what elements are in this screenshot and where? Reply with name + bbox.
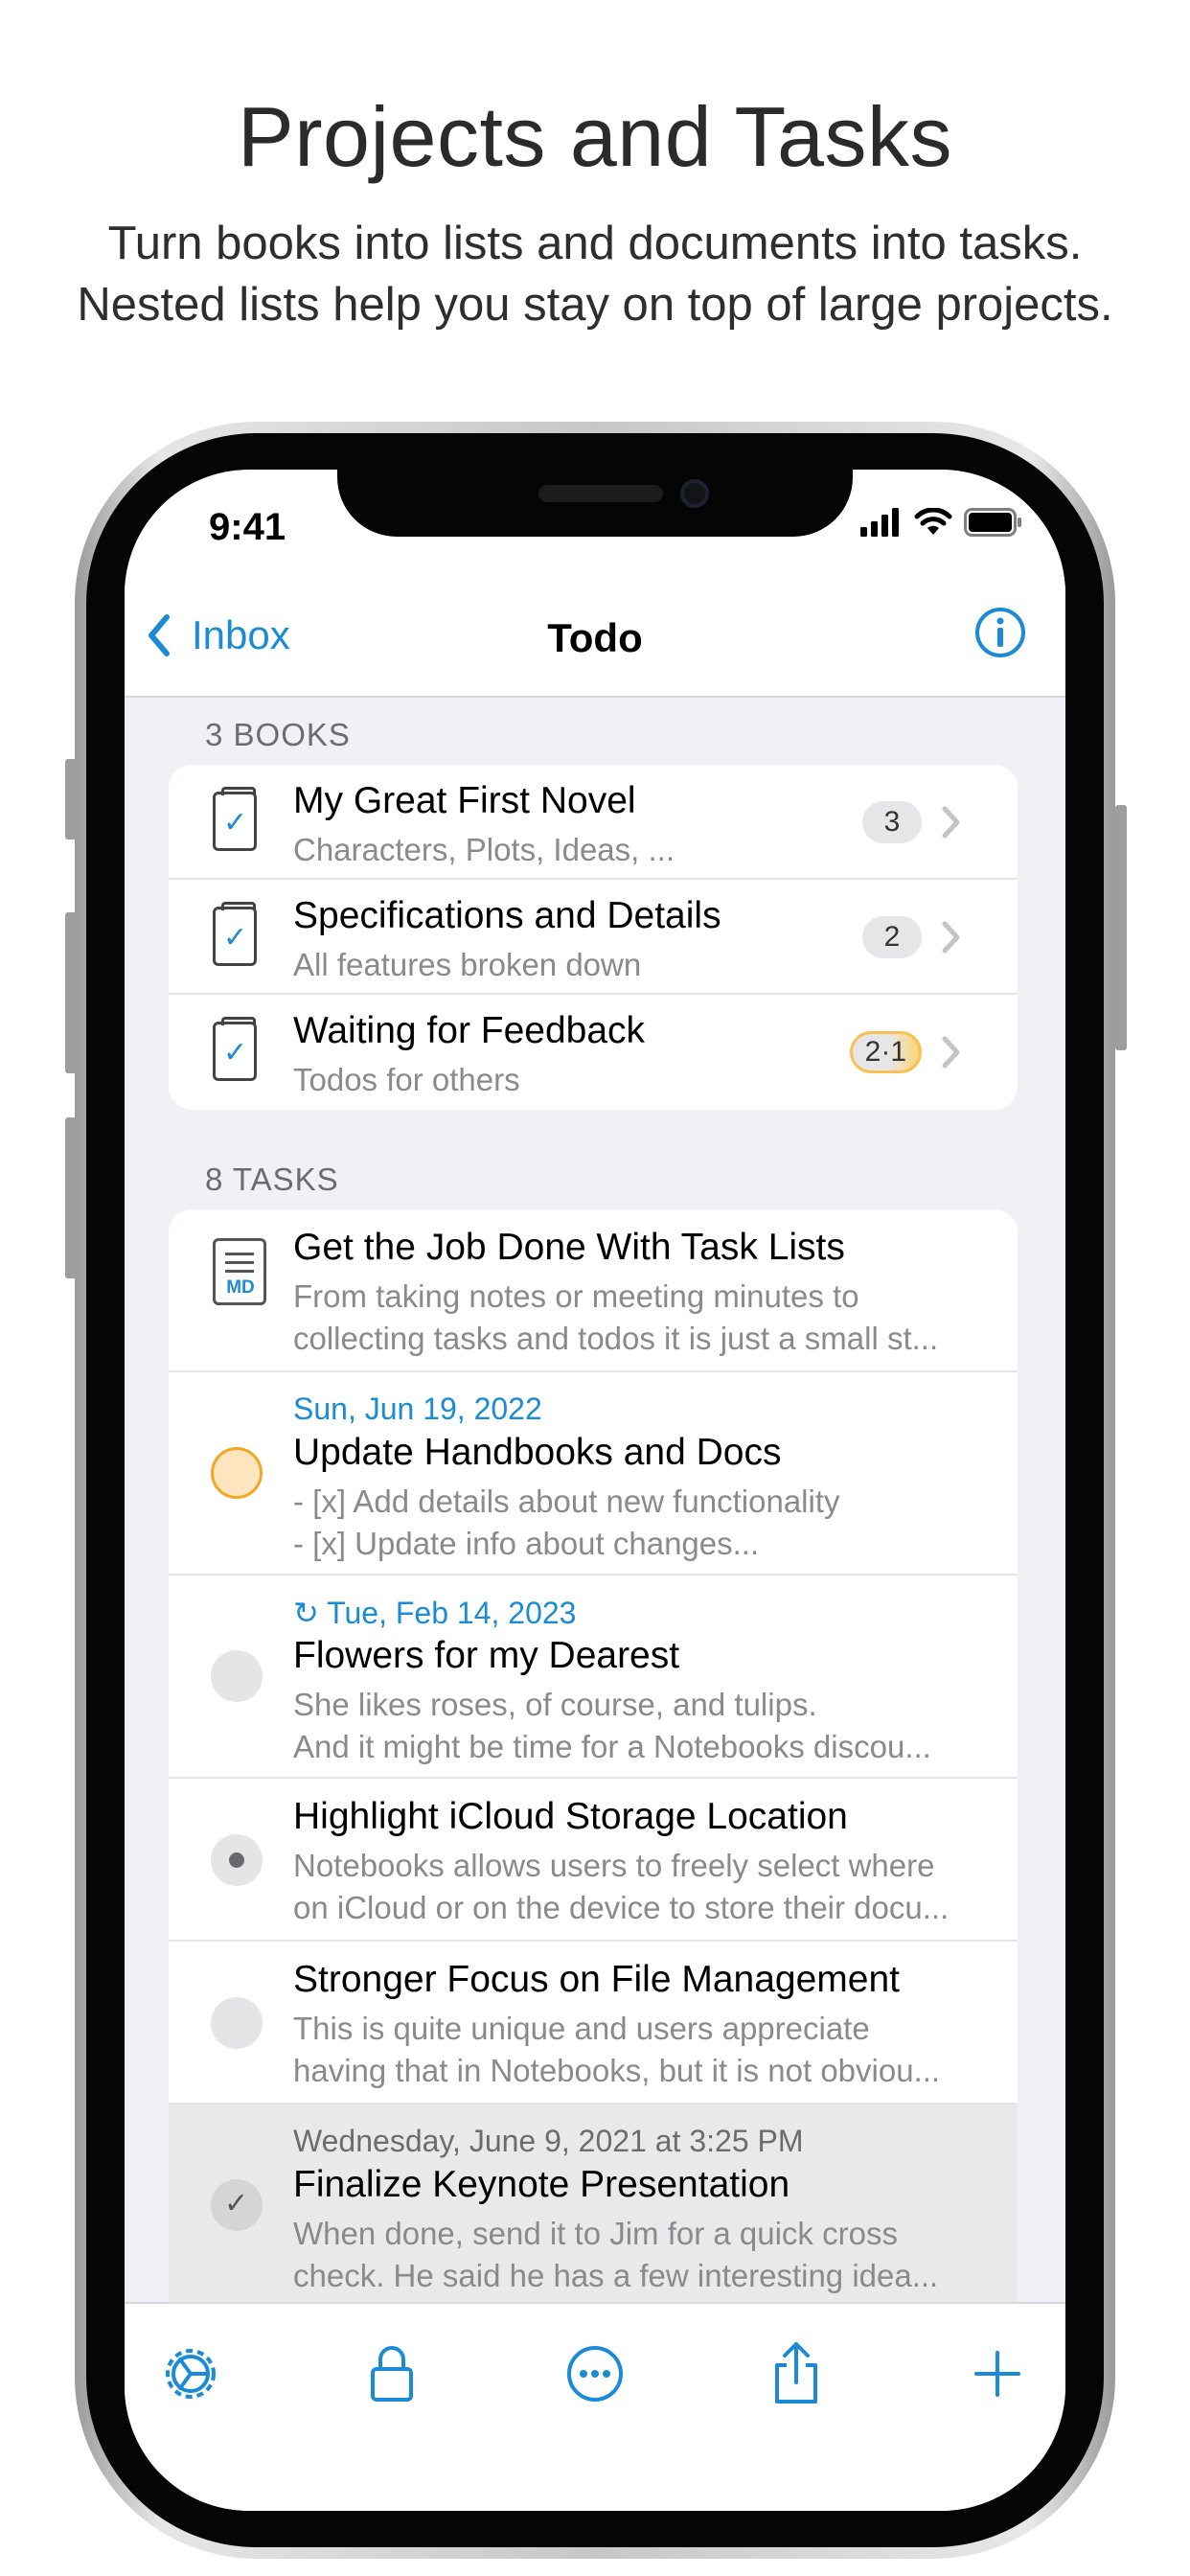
book-icon: ✓: [213, 902, 257, 966]
status-icons: [860, 508, 1023, 537]
book-title: My Great First Novel: [293, 780, 636, 821]
promo-subline-line-1: Turn books into lists and documents into…: [107, 218, 1083, 269]
task-row[interactable]: ↻ Tue, Feb 14, 2023 Flowers for my Deare…: [169, 1576, 1018, 1779]
task-title: Update Handbooks and Docs: [293, 1432, 782, 1473]
task-checkbox[interactable]: [211, 1997, 263, 2049]
task-checkbox[interactable]: ✓: [211, 2179, 263, 2231]
more-button[interactable]: [561, 2340, 629, 2407]
task-note-line-2: And it might be time for a Notebooks dis…: [293, 1729, 931, 1764]
lock-button[interactable]: [358, 2340, 425, 2407]
task-note-line-1: This is quite unique and users appreciat…: [293, 2011, 870, 2046]
lock-icon: [371, 2346, 413, 2402]
cellular-signal-icon: [860, 508, 899, 537]
task-title: Stronger Focus on File Management: [293, 1959, 900, 2000]
info-icon: [975, 608, 1025, 657]
tasks-section-header: 8 TASKS: [205, 1162, 339, 1197]
speaker-grille: [538, 485, 663, 502]
task-checkbox[interactable]: [211, 1447, 263, 1499]
book-icon: ✓: [213, 1017, 257, 1081]
book-icon: ✓: [213, 787, 257, 851]
battery-icon: [964, 508, 1021, 537]
book-count-badge: 3: [862, 801, 922, 843]
phone-screen: 9:41 Inbox Todo 3 BOOKS ✓ My Great First…: [125, 470, 1065, 2511]
content-list[interactable]: 3 BOOKS ✓ My Great First Novel Character…: [125, 698, 1065, 2302]
task-note-line-1: She likes roses, of course, and tulips.: [293, 1687, 817, 1722]
chevron-right-icon: [942, 921, 960, 954]
book-title: Specifications and Details: [293, 895, 721, 936]
front-camera: [680, 479, 709, 508]
tasks-card: MD Get the Job Done With Task Lists From…: [169, 1209, 1018, 2302]
book-row[interactable]: ✓ Specifications and Details All feature…: [169, 880, 1018, 995]
task-checkbox[interactable]: [211, 1834, 263, 1886]
task-note-line-2: collecting tasks and todos it is just a …: [293, 1321, 939, 1356]
task-note-line-1: When done, send it to Jim for a quick cr…: [293, 2216, 898, 2251]
book-count-badge: 2: [862, 916, 922, 958]
task-title: Highlight iCloud Storage Location: [293, 1796, 848, 1837]
promo-headline: Projects and Tasks: [238, 89, 952, 184]
task-row[interactable]: Stronger Focus on File Management This i…: [169, 1942, 1018, 2104]
chevron-right-icon: [942, 1036, 960, 1069]
task-title: Flowers for my Dearest: [293, 1635, 680, 1676]
book-row[interactable]: ✓ Waiting for Feedback Todos for others …: [169, 995, 1018, 1110]
share-button[interactable]: [763, 2340, 830, 2407]
task-due-date: ↻ Tue, Feb 14, 2023: [293, 1596, 577, 1630]
markdown-document-icon: MD: [213, 1238, 266, 1305]
task-note-line-2: having that in Notebooks, but it is not …: [293, 2053, 941, 2088]
phone-volume-down: [65, 1117, 77, 1278]
share-icon: [775, 2342, 817, 2404]
task-row-completed[interactable]: ✓ Wednesday, June 9, 2021 at 3:25 PM Fin…: [169, 2104, 1018, 2302]
task-note-line-1: - [x] Add details about new functionalit…: [293, 1484, 840, 1519]
checkmark-icon: ✓: [224, 2188, 249, 2220]
add-button[interactable]: [964, 2340, 1031, 2407]
task-note-line-2: - [x] Update info about changes...: [293, 1526, 760, 1561]
book-row[interactable]: ✓ My Great First Novel Characters, Plots…: [169, 765, 1018, 880]
chevron-right-icon: [942, 806, 960, 839]
task-title: Get the Job Done With Task Lists: [293, 1227, 845, 1268]
add-icon: [974, 2351, 1020, 2397]
phone-volume-up: [65, 912, 77, 1073]
more-icon: [567, 2346, 623, 2402]
task-note-line-2: on iCloud or on the device to store thei…: [293, 1890, 950, 1925]
settings-icon: [166, 2349, 216, 2399]
task-due-date: Sun, Jun 19, 2022: [293, 1392, 542, 1426]
bottom-toolbar: [125, 2302, 1065, 2511]
book-subtitle: Todos for others: [293, 1062, 520, 1097]
books-section-header: 3 BOOKS: [205, 717, 351, 752]
task-row[interactable]: MD Get the Job Done With Task Lists From…: [169, 1209, 1018, 1372]
info-button[interactable]: [973, 606, 1027, 664]
notch: [337, 470, 853, 537]
phone-power-button: [1115, 805, 1127, 1050]
task-note-line-2: check. He said he has a few interesting …: [293, 2258, 939, 2293]
task-note-line-1: From taking notes or meeting minutes to: [293, 1278, 859, 1314]
task-completed-date: Wednesday, June 9, 2021 at 3:25 PM: [293, 2124, 804, 2158]
navigation-bar: Inbox Todo: [125, 583, 1065, 698]
task-note-line-1: Notebooks allows users to freely select …: [293, 1848, 935, 1883]
wifi-icon: [914, 508, 952, 535]
task-row[interactable]: Sun, Jun 19, 2022 Update Handbooks and D…: [169, 1372, 1018, 1576]
phone-mute-switch: [65, 759, 77, 840]
settings-button[interactable]: [157, 2340, 224, 2407]
book-count-badge: 2·1: [849, 1031, 922, 1073]
book-title: Waiting for Feedback: [293, 1010, 646, 1051]
task-row[interactable]: Highlight iCloud Storage Location Notebo…: [169, 1779, 1018, 1942]
book-subtitle: All features broken down: [293, 947, 642, 982]
promo-subline-line-2: Nested lists help you stay on top of lar…: [77, 279, 1113, 331]
status-time: 9:41: [209, 506, 286, 548]
nav-title: Todo: [547, 615, 643, 660]
task-checkbox[interactable]: [211, 1650, 263, 1702]
task-title: Finalize Keynote Presentation: [293, 2164, 790, 2205]
book-subtitle: Characters, Plots, Ideas, ...: [293, 832, 675, 867]
books-card: ✓ My Great First Novel Characters, Plots…: [169, 765, 1018, 1110]
promo-subline: Turn books into lists and documents into…: [0, 213, 1190, 335]
